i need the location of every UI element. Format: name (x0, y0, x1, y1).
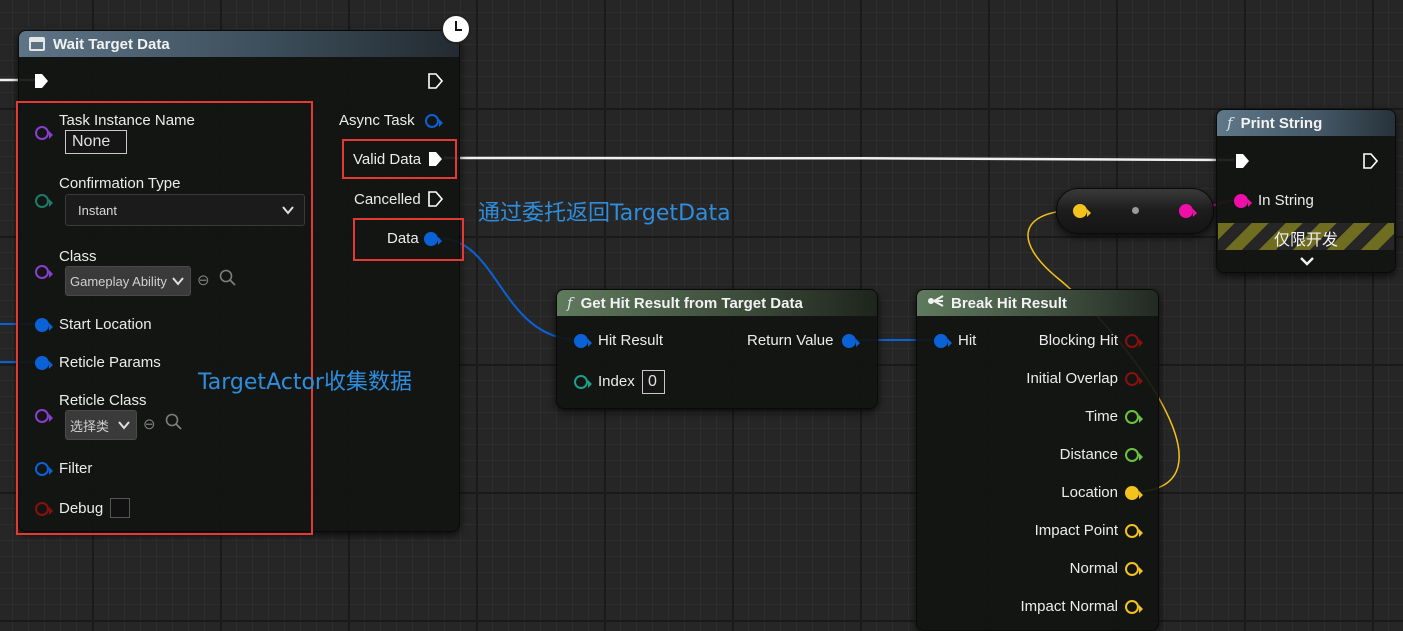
inputs-highlight-box (16, 101, 313, 535)
index-pin[interactable] (574, 375, 592, 389)
normal-pin[interactable] (1125, 562, 1143, 576)
print-exec-in-pin[interactable] (1234, 153, 1250, 169)
impact-point-pin[interactable] (1125, 524, 1143, 538)
target-actor-annotation: TargetActor收集数据 (198, 370, 412, 395)
latent-clock-icon (441, 14, 471, 44)
conversion-out-pin[interactable] (1179, 204, 1197, 218)
delegate-return-annotation: 通过委托返回TargetData (478, 201, 731, 226)
in-string-label: In String (1258, 192, 1314, 209)
time-label: Time (1085, 408, 1118, 425)
print-exec-out-pin[interactable] (1362, 153, 1378, 169)
in-string-pin[interactable] (1234, 194, 1252, 208)
break-hit-result-header[interactable]: Break Hit Result (917, 290, 1158, 316)
expand-chevron-icon[interactable] (1300, 253, 1314, 271)
impact-point-label: Impact Point (1034, 522, 1118, 539)
wait-target-data-header[interactable]: Wait Target Data (19, 31, 459, 57)
data-highlight-box (353, 218, 464, 261)
print-string-header[interactable]: f Print String (1217, 110, 1395, 136)
distance-pin[interactable] (1125, 448, 1143, 462)
get-hit-result-header[interactable]: f Get Hit Result from Target Data (557, 290, 877, 316)
exec-wire-valid-data (443, 156, 1235, 162)
return-value-pin[interactable] (842, 334, 860, 348)
node-title: Break Hit Result (951, 294, 1067, 312)
initial-overlap-pin[interactable] (1125, 372, 1143, 386)
development-only-label: 仅限开发 (1273, 230, 1338, 249)
index-label: Index (598, 373, 635, 390)
exec-out-pin[interactable] (427, 73, 443, 89)
time-pin[interactable] (1125, 410, 1143, 424)
function-icon: f (1227, 114, 1233, 132)
return-value-label: Return Value (747, 332, 834, 349)
index-input[interactable]: 0 (642, 370, 665, 394)
valid-data-highlight-box (342, 139, 457, 179)
blocking-hit-pin[interactable] (1125, 334, 1143, 348)
task-icon (29, 37, 45, 51)
conversion-dot (1132, 207, 1139, 214)
hit-result-label: Hit Result (598, 332, 664, 349)
node-title: Wait Target Data (53, 35, 170, 53)
distance-label: Distance (1059, 446, 1118, 463)
async-task-label: Async Task (339, 112, 415, 129)
hit-in-pin[interactable] (934, 334, 952, 348)
break-hit-result-node[interactable]: Break Hit Result Hit Blocking Hit Initia… (916, 289, 1159, 631)
development-only-banner: 仅限开发 (1218, 223, 1394, 250)
blocking-hit-label: Blocking Hit (1038, 332, 1118, 349)
print-string-node[interactable]: f Print String In String 仅限开发 (1216, 109, 1396, 273)
impact-normal-label: Impact Normal (1020, 598, 1118, 615)
node-title: Print String (1240, 114, 1323, 132)
initial-overlap-label: Initial Overlap (1026, 370, 1118, 387)
exec-in-pin[interactable] (33, 73, 49, 89)
get-hit-result-node[interactable]: f Get Hit Result from Target Data Hit Re… (556, 289, 878, 409)
function-icon: f (567, 294, 573, 312)
conversion-node[interactable] (1056, 188, 1214, 234)
cancelled-label: Cancelled (354, 191, 421, 208)
location-label: Location (1061, 484, 1118, 501)
hit-label: Hit (958, 332, 977, 349)
node-title: Get Hit Result from Target Data (580, 294, 803, 312)
break-struct-icon (927, 294, 945, 312)
location-pin[interactable] (1125, 486, 1143, 500)
impact-normal-pin[interactable] (1125, 600, 1143, 614)
normal-label: Normal (1069, 560, 1118, 577)
async-task-pin[interactable] (425, 114, 443, 128)
hit-result-in-pin[interactable] (574, 334, 592, 348)
conversion-in-pin[interactable] (1073, 204, 1091, 218)
cancelled-exec-pin[interactable] (427, 191, 443, 207)
